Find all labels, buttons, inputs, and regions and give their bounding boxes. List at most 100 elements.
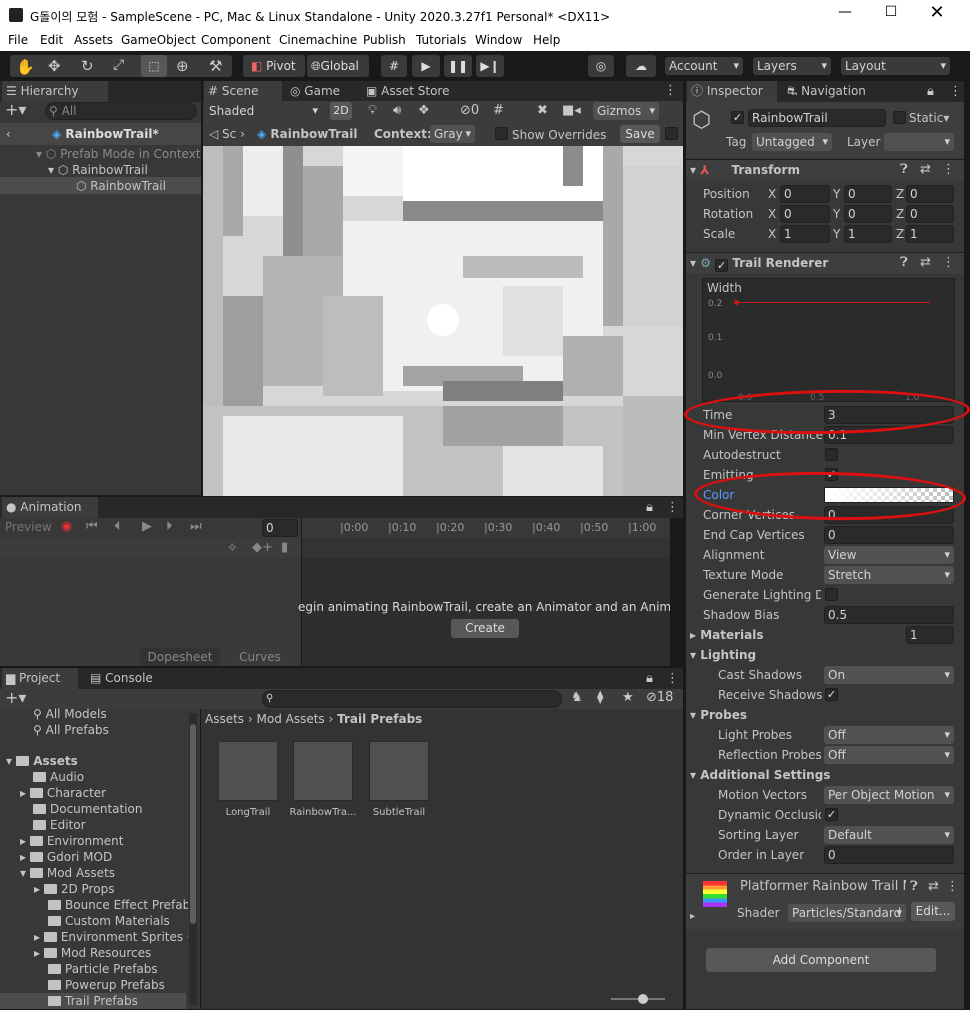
- grid-icon[interactable]: #: [493, 103, 504, 118]
- effects-icon[interactable]: ❖: [418, 103, 430, 118]
- move-tool-icon[interactable]: ✥: [48, 57, 61, 75]
- 2d-toggle[interactable]: 2D: [330, 102, 352, 120]
- maximize-button[interactable]: ☐: [876, 4, 906, 26]
- alignment-dropdown[interactable]: View: [824, 546, 954, 564]
- scene-view[interactable]: [203, 146, 683, 496]
- account-dropdown[interactable]: Account: [665, 57, 743, 75]
- axis-z-label[interactable]: Z: [896, 225, 904, 243]
- motion-vectors-dropdown[interactable]: Per Object Motion: [824, 786, 954, 804]
- menu-tutorials[interactable]: Tutorials: [416, 33, 466, 47]
- static-dropdown[interactable]: Static▾: [909, 109, 949, 127]
- tab-dopesheet[interactable]: Dopesheet: [140, 648, 220, 666]
- texture-mode-dropdown[interactable]: Stretch: [824, 566, 954, 584]
- preset-icon[interactable]: ⇄: [928, 879, 939, 894]
- tab-inspector[interactable]: ⓘ Inspector: [687, 81, 777, 102]
- favorite-icon[interactable]: ★: [622, 690, 634, 705]
- menu-component[interactable]: Component: [201, 33, 271, 47]
- light-probes-dropdown[interactable]: Off: [824, 726, 954, 744]
- menu-publish[interactable]: Publish: [363, 33, 406, 47]
- tab-project[interactable]: ▆ Project: [2, 668, 78, 689]
- audio-icon[interactable]: 🔊︎: [393, 103, 401, 118]
- help-icon[interactable]: ❓︎: [900, 255, 908, 270]
- lock-icon[interactable]: 🔒︎: [927, 84, 934, 99]
- minimize-button[interactable]: —: [830, 4, 860, 26]
- order-in-layer-field[interactable]: 0: [824, 846, 954, 864]
- tab-game[interactable]: ◎ Game: [286, 81, 348, 102]
- back-arrow-icon[interactable]: ‹: [6, 125, 11, 143]
- preview-button[interactable]: Preview: [5, 518, 52, 536]
- component-menu-icon[interactable]: ⋮: [942, 162, 955, 177]
- create-animation-button[interactable]: Create: [451, 619, 519, 638]
- receive-shadows-checkbox[interactable]: ✓: [825, 688, 838, 701]
- transform-tool-icon[interactable]: ⊕: [176, 57, 189, 75]
- step-button[interactable]: ▶❙: [476, 55, 504, 77]
- hierarchy-search-input[interactable]: ⚲ All: [45, 102, 197, 120]
- more-menu-icon[interactable]: ⋮: [666, 671, 679, 686]
- play-button[interactable]: ▶: [412, 55, 440, 77]
- lock-icon[interactable]: 🔒︎: [646, 671, 653, 686]
- custom-tool-icon[interactable]: ⚒: [209, 57, 222, 75]
- asset-thumbnail[interactable]: [369, 741, 429, 801]
- rotation-x-field[interactable]: 0: [780, 205, 830, 223]
- tree-item[interactable]: ⚲ All Prefabs: [33, 721, 109, 739]
- position-y-field[interactable]: 0: [844, 185, 892, 203]
- sorting-layer-dropdown[interactable]: Default: [824, 826, 954, 844]
- show-overrides-checkbox[interactable]: [495, 127, 508, 140]
- tab-hierarchy[interactable]: ☰ Hierarchy: [2, 81, 108, 102]
- menu-file[interactable]: File: [8, 33, 28, 47]
- axis-x-label[interactable]: X: [768, 185, 776, 203]
- hidden-packages-icon[interactable]: ⊘18: [646, 690, 673, 705]
- next-key-icon[interactable]: ⏵: [166, 519, 173, 534]
- autodestruct-checkbox[interactable]: [825, 448, 838, 461]
- axis-y-label[interactable]: Y: [833, 185, 840, 203]
- help-icon[interactable]: ❓︎: [910, 879, 918, 894]
- tag-dropdown[interactable]: Untagged: [752, 133, 832, 151]
- tree-scrollbar-thumb[interactable]: [190, 724, 196, 924]
- menu-window[interactable]: Window: [475, 33, 522, 47]
- layers-dropdown[interactable]: Layers: [753, 57, 831, 75]
- width-curve-key[interactable]: [734, 300, 739, 305]
- tab-asset-store[interactable]: ▣ Asset Store: [362, 81, 462, 102]
- probes-foldout[interactable]: ▾ Probes: [690, 706, 747, 724]
- breadcrumb-trail-prefabs[interactable]: Trail Prefabs: [337, 712, 422, 726]
- tab-navigation[interactable]: ⛐ Navigation: [783, 81, 883, 102]
- menu-gameobject[interactable]: GameObject: [121, 33, 196, 47]
- axis-y-label[interactable]: Y: [833, 225, 840, 243]
- hierarchy-item[interactable]: ⬡ RainbowTrail: [76, 177, 166, 195]
- menu-assets[interactable]: Assets: [74, 33, 113, 47]
- tab-scene[interactable]: # Scene: [204, 81, 282, 102]
- play-icon[interactable]: ▶: [142, 519, 152, 534]
- project-search-input[interactable]: ⚲: [262, 690, 562, 708]
- add-component-button[interactable]: Add Component: [706, 948, 936, 972]
- more-menu-icon[interactable]: ⋮: [666, 500, 679, 515]
- preset-icon[interactable]: ⇄: [920, 162, 931, 177]
- axis-x-label[interactable]: X: [768, 225, 776, 243]
- menu-help[interactable]: Help: [533, 33, 560, 47]
- shader-edit-button[interactable]: Edit...: [911, 902, 955, 921]
- save-button[interactable]: Save: [620, 125, 660, 143]
- global-button[interactable]: 🌐︎Global: [307, 55, 369, 77]
- scale-z-field[interactable]: 1: [906, 225, 954, 243]
- additional-settings-foldout[interactable]: ▾ Additional Settings: [690, 766, 830, 784]
- generate-lighting-checkbox[interactable]: [825, 588, 838, 601]
- hand-tool-icon[interactable]: ✋: [16, 58, 35, 76]
- component-menu-icon[interactable]: ⋮: [946, 879, 959, 894]
- lock-icon[interactable]: 🔒︎: [646, 500, 653, 515]
- tab-animation[interactable]: ● Animation: [2, 497, 98, 518]
- breadcrumb-mod-assets[interactable]: Mod Assets: [257, 712, 325, 726]
- shader-dropdown[interactable]: Particles/Standard: [788, 904, 906, 922]
- object-name-field[interactable]: RainbowTrail: [748, 109, 886, 127]
- materials-foldout[interactable]: ▸ Materials: [690, 626, 764, 644]
- lighting-foldout[interactable]: ▾ Lighting: [690, 646, 756, 664]
- materials-count-field[interactable]: 1: [906, 626, 954, 644]
- add-event-icon[interactable]: ▮: [281, 540, 288, 555]
- hidden-objects-icon[interactable]: ⊘0: [460, 103, 479, 118]
- tools-icon[interactable]: ✖: [537, 103, 548, 118]
- last-key-icon[interactable]: ⏭: [190, 519, 202, 534]
- asset-thumbnail[interactable]: [293, 741, 353, 801]
- search-by-label-icon[interactable]: ⧫: [597, 690, 603, 705]
- breadcrumb-scene[interactable]: ◁ Sc ›: [209, 125, 245, 143]
- position-x-field[interactable]: 0: [780, 185, 830, 203]
- rotation-z-field[interactable]: 0: [906, 205, 954, 223]
- filter-icon[interactable]: ⟡: [228, 540, 237, 555]
